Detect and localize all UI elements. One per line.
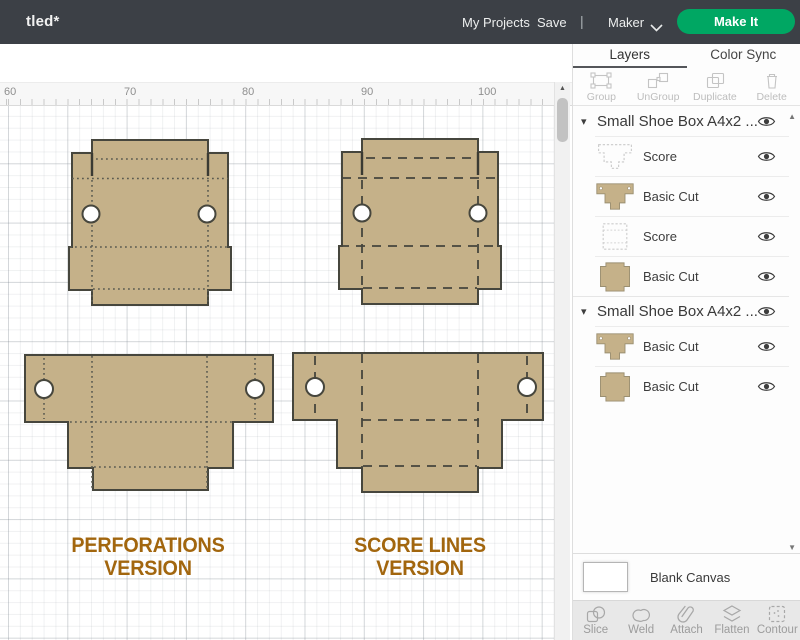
layer-row-score[interactable]: Score xyxy=(595,136,789,176)
panel-tabs: Layers Color Sync xyxy=(573,44,800,68)
canvas-vertical-scrollbar[interactable]: ▲ xyxy=(554,82,570,640)
ungroup-icon xyxy=(630,71,687,90)
chevron-down-icon[interactable] xyxy=(650,19,663,37)
ruler-mark: 80 xyxy=(242,86,254,98)
visibility-eye-icon[interactable] xyxy=(757,270,776,283)
attach-icon xyxy=(664,604,709,624)
layer-row-basic-cut[interactable]: Basic Cut xyxy=(595,326,789,366)
perforations-box-dieline[interactable] xyxy=(69,140,231,305)
flatten-button[interactable]: Flatten xyxy=(709,601,754,640)
design-canvas[interactable]: PERFORATIONS VERSION SCORE LINES VERSION xyxy=(0,106,570,640)
contour-button[interactable]: Contour xyxy=(755,601,800,640)
visibility-eye-icon[interactable] xyxy=(757,380,776,393)
layer-list: ▾ Small Shoe Box A4x2 ... Score Basic Cu… xyxy=(573,106,789,406)
panel-scroll-down-icon[interactable]: ▼ xyxy=(788,543,796,552)
tab-layers[interactable]: Layers xyxy=(573,44,687,68)
visibility-eye-icon[interactable] xyxy=(757,190,776,203)
perforations-version-label[interactable]: PERFORATIONS VERSION xyxy=(35,534,261,580)
visibility-eye-icon[interactable] xyxy=(757,305,776,318)
layer-group-header[interactable]: ▾ Small Shoe Box A4x2 ... xyxy=(573,296,789,326)
attach-button[interactable]: Attach xyxy=(664,601,709,640)
flatten-icon xyxy=(709,604,754,624)
score-thumbnail xyxy=(595,221,637,252)
layer-row-basic-cut[interactable]: Basic Cut xyxy=(595,176,789,216)
group-button[interactable]: Group xyxy=(573,68,630,105)
tab-color-sync[interactable]: Color Sync xyxy=(687,44,800,68)
topbar-divider: | xyxy=(580,13,584,29)
ruler-mark: 60 xyxy=(4,86,16,98)
group-icon xyxy=(573,71,630,90)
ruler-mark: 100 xyxy=(478,86,496,98)
visibility-eye-icon[interactable] xyxy=(757,115,776,128)
score-lines-version-label[interactable]: SCORE LINES VERSION xyxy=(307,534,533,580)
machine-selector[interactable]: Maker xyxy=(608,15,644,30)
visibility-eye-icon[interactable] xyxy=(757,230,776,243)
scroll-up-arrow-icon[interactable]: ▲ xyxy=(559,85,566,92)
blank-canvas-swatch[interactable] xyxy=(583,562,628,592)
ruler-mark: 70 xyxy=(124,86,136,98)
ungroup-button[interactable]: UnGroup xyxy=(630,68,687,105)
design-space-app: tled* My Projects Save | Maker Make It 0… xyxy=(0,0,800,640)
duplicate-button[interactable]: Duplicate xyxy=(687,68,744,105)
layer-row-score[interactable]: Score xyxy=(595,216,789,256)
ruler-ticks xyxy=(0,99,572,105)
basic-cut-thumbnail xyxy=(595,261,637,292)
layer-row-basic-cut[interactable]: Basic Cut xyxy=(595,366,789,406)
delete-button[interactable]: Delete xyxy=(743,68,800,105)
basic-cut-thumbnail xyxy=(595,181,637,212)
document-title: tled* xyxy=(26,13,60,30)
basic-cut-thumbnail xyxy=(595,371,637,402)
layer-group-header[interactable]: ▾ Small Shoe Box A4x2 ... xyxy=(573,106,789,136)
visibility-eye-icon[interactable] xyxy=(757,340,776,353)
my-projects-link[interactable]: My Projects xyxy=(462,15,530,30)
save-link[interactable]: Save xyxy=(537,15,567,30)
slice-button[interactable]: Slice xyxy=(573,601,618,640)
ruler-mark: 90 xyxy=(361,86,373,98)
duplicate-icon xyxy=(687,71,744,90)
score-thumbnail xyxy=(595,141,637,172)
layer-row-basic-cut[interactable]: Basic Cut xyxy=(595,256,789,296)
delete-icon xyxy=(743,71,800,90)
layer-actions: Group UnGroup Duplicate Delete xyxy=(573,68,800,106)
slice-icon xyxy=(573,604,618,624)
make-it-button[interactable]: Make It xyxy=(677,9,795,34)
horizontal-ruler: 60 70 80 90 100 xyxy=(0,82,572,106)
edit-toolbar: 0▲▼ H 0▲▼ Rotate 0▲▼ Position X 0▲▼ Y 0▲… xyxy=(0,44,572,82)
score-lid-dieline[interactable] xyxy=(293,353,543,492)
visibility-eye-icon[interactable] xyxy=(757,150,776,163)
collapse-triangle-icon[interactable]: ▾ xyxy=(581,305,597,318)
top-bar: tled* My Projects Save | Maker Make It xyxy=(0,0,800,44)
blank-canvas-row[interactable]: Blank Canvas xyxy=(573,553,800,600)
layers-panel: Layers Color Sync Group UnGroup Duplicat… xyxy=(572,44,800,640)
contour-icon xyxy=(755,604,800,624)
panel-scroll-up-icon[interactable]: ▲ xyxy=(788,112,796,121)
perforations-lid-dieline[interactable] xyxy=(25,355,273,490)
basic-cut-thumbnail xyxy=(595,331,637,362)
panel-bottom-toolbar: Slice Weld Attach Flatten Contour xyxy=(573,600,800,640)
collapse-triangle-icon[interactable]: ▾ xyxy=(581,115,597,128)
weld-button[interactable]: Weld xyxy=(618,601,663,640)
scrollbar-thumb[interactable] xyxy=(557,98,568,142)
weld-icon xyxy=(618,604,663,624)
score-box-dieline[interactable] xyxy=(339,139,501,304)
